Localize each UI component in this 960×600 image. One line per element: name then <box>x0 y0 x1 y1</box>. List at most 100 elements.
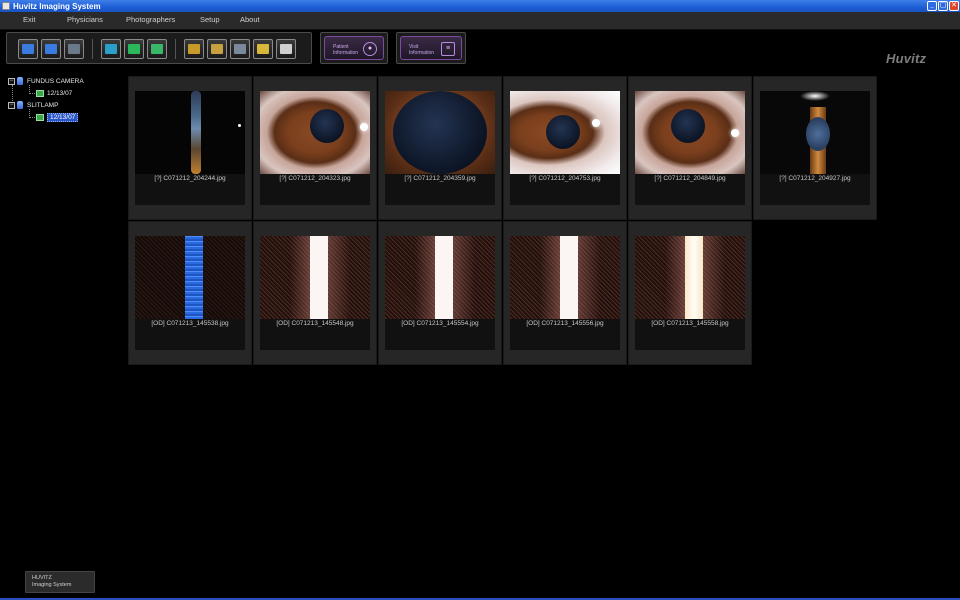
thumbnail-caption: [OD] C071213_145548.jpg <box>276 320 354 327</box>
thumbnail-cell[interactable]: [OD] C071213_145554.jpg <box>378 221 502 365</box>
thumbnail-cell[interactable]: [?] C071212_204323.jpg <box>253 76 377 220</box>
thumbnail-cell[interactable]: [?] C071212_204927.jpg <box>753 76 877 220</box>
camera-icon <box>17 77 23 85</box>
print-button[interactable] <box>276 39 296 59</box>
thumbnail-frame: [?] C071212_204359.jpg <box>385 91 495 205</box>
light-reflection <box>360 123 368 131</box>
thumbnail-cell[interactable]: [OD] C071213_145558.jpg <box>628 221 752 365</box>
compare-view-button[interactable] <box>124 39 144 59</box>
color-view-button[interactable] <box>147 39 167 59</box>
thumbnail-image[interactable] <box>385 91 495 174</box>
thumbnail-cell[interactable]: [OD] C071213_145538.jpg <box>128 221 252 365</box>
light-glow <box>800 91 830 101</box>
thumbnail-cell[interactable]: [?] C071212_204753.jpg <box>503 76 627 220</box>
thumbnail-image[interactable] <box>135 91 245 174</box>
image-view-icon <box>105 44 117 54</box>
color-view-icon <box>151 44 163 54</box>
thumbnail-image[interactable] <box>260 91 370 174</box>
present-button[interactable] <box>207 39 227 59</box>
visit-information-frame: Visit Information ≡ <box>400 36 462 60</box>
collapse-icon[interactable]: − <box>8 77 15 85</box>
window-title: Huvitz Imaging System <box>13 1 101 11</box>
menu-physicians[interactable]: Physicians <box>67 15 103 24</box>
thumbnail-cell[interactable]: [?] C071212_204244.jpg <box>128 76 252 220</box>
collapse-icon[interactable]: − <box>8 101 15 109</box>
thumbnail-caption: [?] C071212_204753.jpg <box>529 175 601 182</box>
thumbnail-image[interactable] <box>635 236 745 319</box>
tree-node-slitlamp[interactable]: − SLITLAMP <box>8 100 58 110</box>
print-icon <box>280 44 292 54</box>
pupil <box>310 109 344 143</box>
slit-beam <box>310 236 328 319</box>
thumbnail-image[interactable] <box>385 236 495 319</box>
thumbnail-frame: [?] C071212_204753.jpg <box>510 91 620 205</box>
slit-beam <box>435 236 453 319</box>
tree-node-label: 12/13/07 <box>47 89 73 97</box>
menu-photographers[interactable]: Photographers <box>126 15 175 24</box>
footer-logo-line1: HUVITZ <box>32 575 52 581</box>
compare-view-icon <box>128 44 140 54</box>
present-icon <box>211 44 223 54</box>
thumbnail-caption: [OD] C071213_145538.jpg <box>151 320 229 327</box>
visit-label-line2: Information <box>409 50 435 56</box>
slit-beam <box>685 236 703 319</box>
minimize-button[interactable]: _ <box>927 1 937 11</box>
main-toolbar <box>6 32 312 64</box>
search-patient-button[interactable] <box>41 39 61 59</box>
thumbnail-cell[interactable]: [?] C071212_204849.jpg <box>628 76 752 220</box>
camera-capture-button[interactable] <box>64 39 84 59</box>
menu-about[interactable]: About <box>240 15 260 24</box>
patient-information-label: Patient Information <box>333 44 358 56</box>
pupil <box>393 91 487 174</box>
menu-exit[interactable]: Exit <box>23 15 36 24</box>
visit-information-button[interactable]: Visit Information ≡ <box>396 32 466 64</box>
thumbnail-caption: [?] C071212_204927.jpg <box>779 175 851 182</box>
image-view-button[interactable] <box>101 39 121 59</box>
tree-node-slitlamp-date[interactable]: 12/13/07 <box>36 112 79 122</box>
visit-information-label: Visit Information <box>409 44 434 56</box>
tree-node-fundus-camera[interactable]: − FUNDUS CAMERA <box>8 76 84 86</box>
import-icon <box>188 44 200 54</box>
footer-logo: HUVITZ Imaging System <box>25 571 95 593</box>
thumbnail-caption: [OD] C071213_145556.jpg <box>526 320 604 327</box>
thumbnail-image[interactable] <box>510 91 620 174</box>
thumbnail-image[interactable] <box>760 91 870 174</box>
patient-information-frame: Patient Information ● <box>324 36 384 60</box>
patient-label-line2: Information <box>333 50 359 56</box>
pupil <box>671 109 705 143</box>
thumbnail-frame: [?] C071212_204244.jpg <box>135 91 245 205</box>
add-patient-icon <box>22 44 34 54</box>
camera-capture-icon <box>68 44 80 54</box>
thumbnail-caption: [?] C071212_204359.jpg <box>404 175 476 182</box>
thumbnail-image[interactable] <box>510 236 620 319</box>
folder-button[interactable] <box>253 39 273 59</box>
close-button[interactable]: ✕ <box>949 1 959 11</box>
thumbnail-cell[interactable]: [OD] C071213_145556.jpg <box>503 221 627 365</box>
thumbnail-cell[interactable]: [?] C071212_204359.jpg <box>378 76 502 220</box>
thumbnail-frame: [OD] C071213_145554.jpg <box>385 236 495 350</box>
export-button[interactable] <box>230 39 250 59</box>
footer-logo-line2: Imaging System <box>32 582 72 588</box>
folder-icon <box>257 44 269 54</box>
thumbnail-frame: [?] C071212_204849.jpg <box>635 91 745 205</box>
thumbnail-image[interactable] <box>135 236 245 319</box>
toolbar-separator <box>92 39 93 59</box>
slit-beam <box>560 236 578 319</box>
tree-node-label-selected: 12/13/07 <box>47 112 79 122</box>
clipboard-icon: ≡ <box>441 42 455 56</box>
maximize-button[interactable]: ▢ <box>938 1 948 11</box>
patient-information-button[interactable]: Patient Information ● <box>320 32 388 64</box>
thumbnail-cell[interactable]: [OD] C071213_145548.jpg <box>253 221 377 365</box>
thumbnail-grid: [?] C071212_204244.jpg [?] C071212_204323… <box>128 76 877 365</box>
menu-setup[interactable]: Setup <box>200 15 220 24</box>
import-button[interactable] <box>184 39 204 59</box>
thumbnail-image[interactable] <box>635 91 745 174</box>
slit-beam <box>191 91 201 174</box>
add-patient-button[interactable] <box>18 39 38 59</box>
tree-node-label: FUNDUS CAMERA <box>27 77 84 85</box>
thumbnail-frame: [?] C071212_204323.jpg <box>260 91 370 205</box>
camera-icon <box>17 101 23 109</box>
slit-beam <box>185 236 203 319</box>
thumbnail-image[interactable] <box>260 236 370 319</box>
tree-node-fundus-date[interactable]: 12/13/07 <box>36 88 72 98</box>
